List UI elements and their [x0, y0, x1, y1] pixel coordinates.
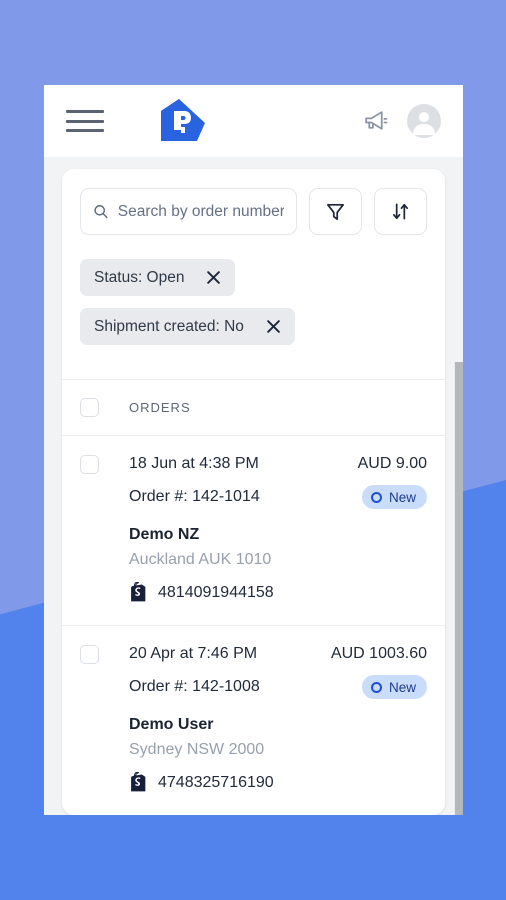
order-channel-id: 4814091944158	[158, 583, 274, 601]
order-date-amount-line: 18 Jun at 4:38 PM AUD 9.00	[129, 455, 427, 473]
order-number-status-line: Order #: 142-1014 New	[129, 473, 427, 509]
orders-card: Status: Open Shipment created: No	[62, 169, 445, 815]
search-icon	[94, 205, 108, 219]
close-icon[interactable]	[206, 270, 221, 285]
order-number: Order #: 142-1014	[129, 488, 260, 505]
status-circle-icon	[370, 681, 382, 693]
shopify-icon	[131, 582, 146, 602]
order-status-badge-wrap: New	[361, 675, 427, 699]
status-badge-label: New	[388, 489, 416, 505]
order-select-checkbox[interactable]	[80, 455, 99, 474]
order-amount: AUD 9.00	[357, 455, 427, 472]
order-channel: 4748325716190	[129, 772, 427, 793]
order-customer-location: Auckland AUK 1010	[129, 551, 272, 568]
order-channel-id: 4748325716190	[158, 773, 274, 791]
order-channel: 4814091944158	[129, 582, 427, 603]
order-status-badge-wrap: New	[361, 485, 427, 509]
vertical-scrollbar-thumb[interactable]	[455, 362, 463, 815]
order-number-status-line: Order #: 142-1008 New	[129, 663, 427, 699]
filter-button[interactable]	[309, 188, 362, 235]
order-number: Order #: 142-1008	[129, 678, 260, 695]
vertical-scrollbar-track[interactable]	[454, 362, 463, 815]
megaphone-icon[interactable]	[361, 107, 389, 135]
filter-chip-label: Shipment created: No	[94, 317, 244, 335]
app-window: Status: Open Shipment created: No	[44, 85, 463, 815]
sort-arrows-icon	[392, 203, 409, 220]
close-icon[interactable]	[266, 319, 281, 334]
order-details: 20 Apr at 7:46 PM AUD 1003.60 Order #: 1…	[129, 645, 427, 793]
shopify-icon	[131, 772, 146, 792]
order-customer-name: Demo NZ	[129, 526, 200, 543]
sort-button[interactable]	[374, 188, 427, 235]
hamburger-bar	[66, 110, 104, 113]
filter-funnel-icon	[327, 203, 344, 220]
status-badge: New	[361, 485, 427, 509]
search-toolbar	[62, 169, 445, 259]
order-list-item[interactable]: 18 Jun at 4:38 PM AUD 9.00 Order #: 142-…	[62, 436, 445, 626]
main-content: Status: Open Shipment created: No	[44, 157, 463, 815]
search-input[interactable]	[117, 202, 284, 221]
status-circle-icon	[370, 491, 382, 503]
order-customer-name: Demo User	[129, 716, 214, 733]
filter-chip-status[interactable]: Status: Open	[80, 259, 236, 296]
select-all-checkbox[interactable]	[80, 398, 99, 417]
order-customer-location: Sydney NSW 2000	[129, 741, 265, 758]
orders-list-title: ORDERS	[129, 400, 191, 415]
topbar-actions	[361, 104, 441, 138]
hamburger-menu-icon[interactable]	[66, 106, 104, 136]
user-avatar-icon[interactable]	[407, 104, 441, 138]
hamburger-bar	[66, 129, 104, 132]
order-date-amount-line: 20 Apr at 7:46 PM AUD 1003.60	[129, 645, 427, 663]
order-select-checkbox[interactable]	[80, 645, 99, 664]
filter-chip-label: Status: Open	[94, 268, 185, 286]
orders-list-header: ORDERS	[62, 379, 445, 436]
search-field-wrapper[interactable]	[80, 188, 297, 235]
order-details: 18 Jun at 4:38 PM AUD 9.00 Order #: 142-…	[129, 455, 427, 603]
order-date: 20 Apr at 7:46 PM	[129, 645, 258, 662]
status-badge-label: New	[388, 679, 416, 695]
active-filter-chips: Status: Open Shipment created: No	[62, 259, 445, 379]
order-date: 18 Jun at 4:38 PM	[129, 455, 259, 472]
filter-chip-shipment-created[interactable]: Shipment created: No	[80, 308, 295, 345]
status-badge: New	[361, 675, 427, 699]
order-list-item[interactable]: 20 Apr at 7:46 PM AUD 1003.60 Order #: 1…	[62, 626, 445, 815]
order-amount: AUD 1003.60	[330, 645, 427, 662]
brand-house-r-logo[interactable]	[151, 97, 207, 145]
top-navigation-bar	[44, 85, 463, 157]
hamburger-bar	[66, 119, 104, 123]
